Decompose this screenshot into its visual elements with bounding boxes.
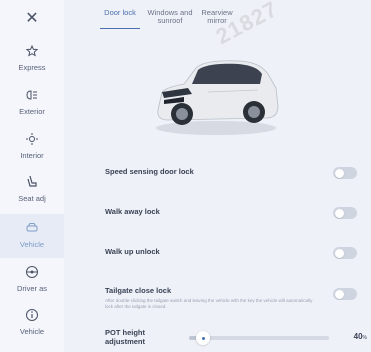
- sidebar-item-label: Exterior: [19, 107, 45, 116]
- steering-wheel-icon: [24, 264, 40, 280]
- sidebar: ✕ Express Exterior Interior Seat adj Veh…: [0, 0, 64, 352]
- setting-label: Speed sensing door lock: [105, 167, 194, 176]
- slider-thumb[interactable]: [196, 331, 210, 345]
- setting-description: After double-clicking the tailgate switc…: [105, 298, 313, 309]
- pot-height-value: 40%: [354, 332, 367, 341]
- slider-thumb-dot: [201, 336, 205, 340]
- sidebar-item-exterior[interactable]: Exterior: [0, 87, 64, 129]
- vehicle-image: [148, 48, 283, 138]
- sidebar-item-label: Seat adj: [18, 194, 46, 203]
- tab-door-lock[interactable]: Door lock: [100, 9, 140, 29]
- setting-label: Walk away lock: [105, 207, 160, 216]
- setting-label: POT height adjustment: [105, 328, 146, 346]
- toggle-knob: [335, 168, 344, 178]
- pot-height-unit: %: [362, 335, 367, 341]
- sidebar-item-label: Vehicle: [19, 327, 45, 336]
- setting-speed-sensing-door-lock: Speed sensing door lock: [105, 167, 357, 181]
- seat-icon: [24, 174, 40, 190]
- setting-walk-away-lock: Walk away lock: [105, 207, 357, 221]
- interior-light-icon: [24, 131, 40, 147]
- sidebar-item-label: Express: [18, 63, 46, 72]
- setting-pot-height: POT height adjustment 40%: [105, 328, 367, 346]
- walk-up-unlock-toggle[interactable]: [333, 247, 357, 259]
- setting-label: Tailgate close lock: [105, 286, 172, 295]
- setting-tailgate-close-lock: Tailgate close lock After double-clickin…: [105, 286, 357, 314]
- car-icon: [24, 220, 40, 236]
- headlight-icon: [24, 87, 40, 103]
- sidebar-item-seat-adj[interactable]: Seat adj: [0, 174, 64, 216]
- main-panel: Door lock Windows and sunroof Rearview m…: [64, 0, 371, 352]
- info-icon: [24, 307, 40, 323]
- sidebar-item-vehicle[interactable]: Vehicle: [0, 214, 64, 258]
- tailgate-close-lock-toggle[interactable]: [333, 288, 357, 300]
- toggle-knob: [335, 248, 344, 258]
- setting-label: Walk up unlock: [105, 247, 160, 256]
- tab-windows-sunroof[interactable]: Windows and sunroof: [146, 9, 194, 29]
- tab-bar: Door lock Windows and sunroof Rearview m…: [100, 9, 236, 29]
- tab-rearview-mirror[interactable]: Rearview mirror: [198, 9, 236, 29]
- sidebar-item-label: Vehicle: [19, 240, 45, 249]
- pot-height-slider[interactable]: [189, 331, 329, 345]
- star-icon: [24, 43, 40, 59]
- sidebar-item-express[interactable]: Express: [0, 43, 64, 85]
- toggle-knob: [335, 289, 344, 299]
- sidebar-item-interior[interactable]: Interior: [0, 131, 64, 173]
- speed-sensing-door-lock-toggle[interactable]: [333, 167, 357, 179]
- sidebar-item-label: Driver as: [16, 284, 47, 293]
- close-button[interactable]: ✕: [22, 8, 42, 28]
- sidebar-item-label: Interior: [20, 151, 44, 160]
- walk-away-lock-toggle[interactable]: [333, 207, 357, 219]
- setting-walk-up-unlock: Walk up unlock: [105, 247, 357, 261]
- close-icon: ✕: [25, 10, 39, 27]
- sidebar-item-vehicle-info[interactable]: Vehicle: [0, 307, 64, 349]
- toggle-knob: [335, 208, 344, 218]
- sidebar-item-driver-assist[interactable]: Driver as: [0, 264, 64, 306]
- pot-height-number: 40: [353, 332, 363, 341]
